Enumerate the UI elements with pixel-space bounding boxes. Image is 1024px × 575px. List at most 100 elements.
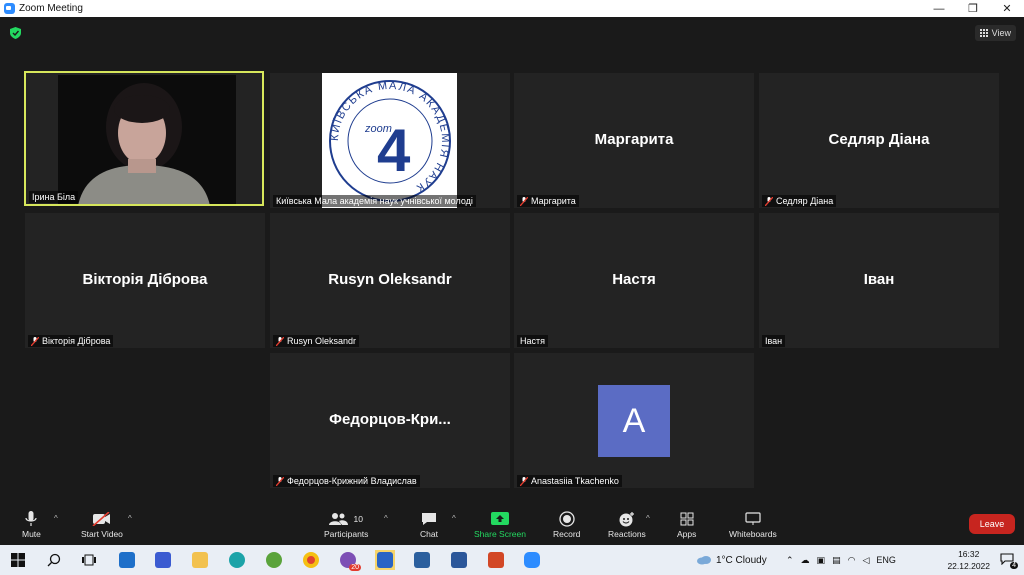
participant-name: Вікторія Діброва xyxy=(42,336,111,346)
shield-icon[interactable] xyxy=(10,27,21,39)
reactions-options-caret[interactable]: ^ xyxy=(646,514,650,523)
record-icon xyxy=(559,511,575,527)
participant-display-name: Rusyn Oleksandr xyxy=(328,271,452,288)
mute-button[interactable]: Mute xyxy=(22,509,41,539)
apps-icon xyxy=(680,512,694,526)
participant-name-label: Маргарита xyxy=(517,195,579,207)
muted-mic-icon xyxy=(276,476,284,486)
minimize-button[interactable]: — xyxy=(922,0,956,17)
participants-button[interactable]: 10 Participants xyxy=(324,509,368,539)
powerpoint-icon[interactable] xyxy=(486,550,506,570)
whiteboard-icon xyxy=(745,512,761,525)
reactions-button[interactable]: Reactions xyxy=(608,509,646,539)
meeting-area: View Ірина Біла КИЇВСЬКА МАЛА АКАДЕМІЯ Н… xyxy=(0,17,1024,545)
system-clock[interactable]: 16:32 22.12.2022 xyxy=(947,548,990,572)
language-indicator[interactable]: ENG xyxy=(876,555,896,565)
participants-label: Participants xyxy=(324,529,369,539)
video-tile[interactable]: Іван Іван xyxy=(759,213,999,348)
video-tile[interactable]: Rusyn Oleksandr Rusyn Oleksandr xyxy=(270,213,510,348)
video-options-caret[interactable]: ^ xyxy=(128,514,132,523)
word-icon[interactable] xyxy=(449,550,469,570)
windows-taskbar: 20 1°C Cloudy ⌃ ☁ ▣ ▤ ◠ ◁ ENG 16:32 22.1… xyxy=(0,545,1024,575)
whiteboards-button[interactable]: Whiteboards xyxy=(729,509,777,539)
weather-widget[interactable]: 1°C Cloudy xyxy=(696,545,767,575)
windows-start-icon[interactable] xyxy=(8,550,28,570)
participant-display-name: Федорцов-Кри... xyxy=(329,411,451,428)
mail-icon[interactable] xyxy=(117,550,137,570)
participant-name: Київська Мала академія наук учнівської м… xyxy=(276,196,473,206)
volume-icon[interactable]: ◁ xyxy=(862,555,869,566)
video-tile[interactable]: Вікторія Діброва Вікторія Діброва xyxy=(25,213,265,348)
participant-name: Rusyn Oleksandr xyxy=(287,336,357,346)
video-off-icon xyxy=(92,512,110,526)
participants-options-caret[interactable]: ^ xyxy=(384,514,388,523)
video-tile[interactable]: Маргарита Маргарита xyxy=(514,73,754,208)
participant-name-label: Настя xyxy=(517,335,549,347)
clock-date: 22.12.2022 xyxy=(947,561,990,571)
apps-button[interactable]: Apps xyxy=(677,509,696,539)
reactions-label: Reactions xyxy=(608,529,646,539)
apps-label: Apps xyxy=(677,529,697,539)
participant-name-label: Іван xyxy=(762,335,786,347)
tray-chevron-icon[interactable]: ⌃ xyxy=(786,555,794,566)
record-button[interactable]: Record xyxy=(553,509,580,539)
tray-app-icon[interactable]: ▣ xyxy=(817,555,826,566)
view-label: View xyxy=(991,28,1011,38)
video-tile[interactable]: Федорцов-Кри... Федорцов-Крижний Владисл… xyxy=(270,353,510,488)
chat-icon xyxy=(421,513,436,525)
photos-icon[interactable] xyxy=(412,550,432,570)
search-icon[interactable] xyxy=(44,550,64,570)
notifications-icon[interactable]: 4 xyxy=(1000,552,1018,569)
share-screen-icon xyxy=(490,512,509,525)
wifi-icon[interactable]: ◠ xyxy=(848,555,856,566)
muted-mic-icon xyxy=(520,476,528,486)
close-button[interactable]: ✕ xyxy=(990,0,1024,17)
window-title: Zoom Meeting xyxy=(19,3,83,14)
restore-button[interactable]: ❐ xyxy=(956,0,990,17)
meeting-toolbar: Mute ^ Start Video ^ 10 Participants ^ C… xyxy=(0,505,1024,545)
participant-name: Маргарита xyxy=(531,196,576,206)
torrent-icon[interactable] xyxy=(264,550,284,570)
man-logo-image: КИЇВСЬКА МАЛА АКАДЕМІЯ НАУК zoom 4 xyxy=(328,79,451,202)
edge-icon[interactable] xyxy=(227,550,247,570)
share-screen-label: Share Screen xyxy=(474,529,526,539)
participant-name-label: Київська Мала академія наук учнівської м… xyxy=(273,195,476,207)
video-tile[interactable]: A Anastasiia Tkachenko xyxy=(514,353,754,488)
muted-mic-icon xyxy=(276,336,284,346)
participant-display-name: Іван xyxy=(863,271,895,288)
cloud-icon xyxy=(697,556,711,565)
window-titlebar: Zoom Meeting — ❐ ✕ xyxy=(0,0,1024,17)
participant-video-image xyxy=(58,75,236,204)
participant-avatar: A xyxy=(598,385,670,457)
participants-count: 10 xyxy=(353,514,363,524)
chat-button[interactable]: Chat xyxy=(420,509,438,539)
participant-name: Седляр Діана xyxy=(776,196,834,206)
chrome-icon[interactable] xyxy=(301,550,321,570)
share-screen-button[interactable]: Share Screen xyxy=(474,509,526,539)
participant-name-label: Rusyn Oleksandr xyxy=(273,335,360,347)
video-tile[interactable]: Седляр Діана Седляр Діана xyxy=(759,73,999,208)
vscode-icon[interactable] xyxy=(153,550,173,570)
participant-name-label: Anastasiia Tkachenko xyxy=(517,475,622,487)
file-explorer-icon[interactable] xyxy=(190,550,210,570)
zoom-app-icon xyxy=(4,3,15,14)
viber-icon[interactable]: 20 xyxy=(338,550,361,571)
participant-display-name: Настя xyxy=(612,271,656,288)
video-tile[interactable]: КИЇВСЬКА МАЛА АКАДЕМІЯ НАУК zoom 4 Київс… xyxy=(270,73,510,208)
mute-options-caret[interactable]: ^ xyxy=(54,514,58,523)
weather-text: 1°C Cloudy xyxy=(716,554,767,566)
shield-app-icon[interactable] xyxy=(375,550,395,570)
zoom-taskbar-icon[interactable] xyxy=(522,550,542,570)
start-video-button[interactable]: Start Video xyxy=(81,509,123,539)
chat-options-caret[interactable]: ^ xyxy=(452,514,456,523)
tray-app-icon[interactable]: ▤ xyxy=(832,555,841,566)
logo-number: 4 xyxy=(377,117,411,184)
onedrive-icon[interactable]: ☁ xyxy=(801,555,810,566)
participant-display-name: Седляр Діана xyxy=(828,131,930,148)
video-tile[interactable]: Ірина Біла xyxy=(24,71,264,206)
participant-name-label: Ірина Біла xyxy=(29,191,79,203)
view-button[interactable]: View xyxy=(974,25,1016,41)
task-view-icon[interactable] xyxy=(79,550,99,570)
leave-button[interactable]: Leave xyxy=(969,514,1015,534)
video-tile[interactable]: Настя Настя xyxy=(514,213,754,348)
